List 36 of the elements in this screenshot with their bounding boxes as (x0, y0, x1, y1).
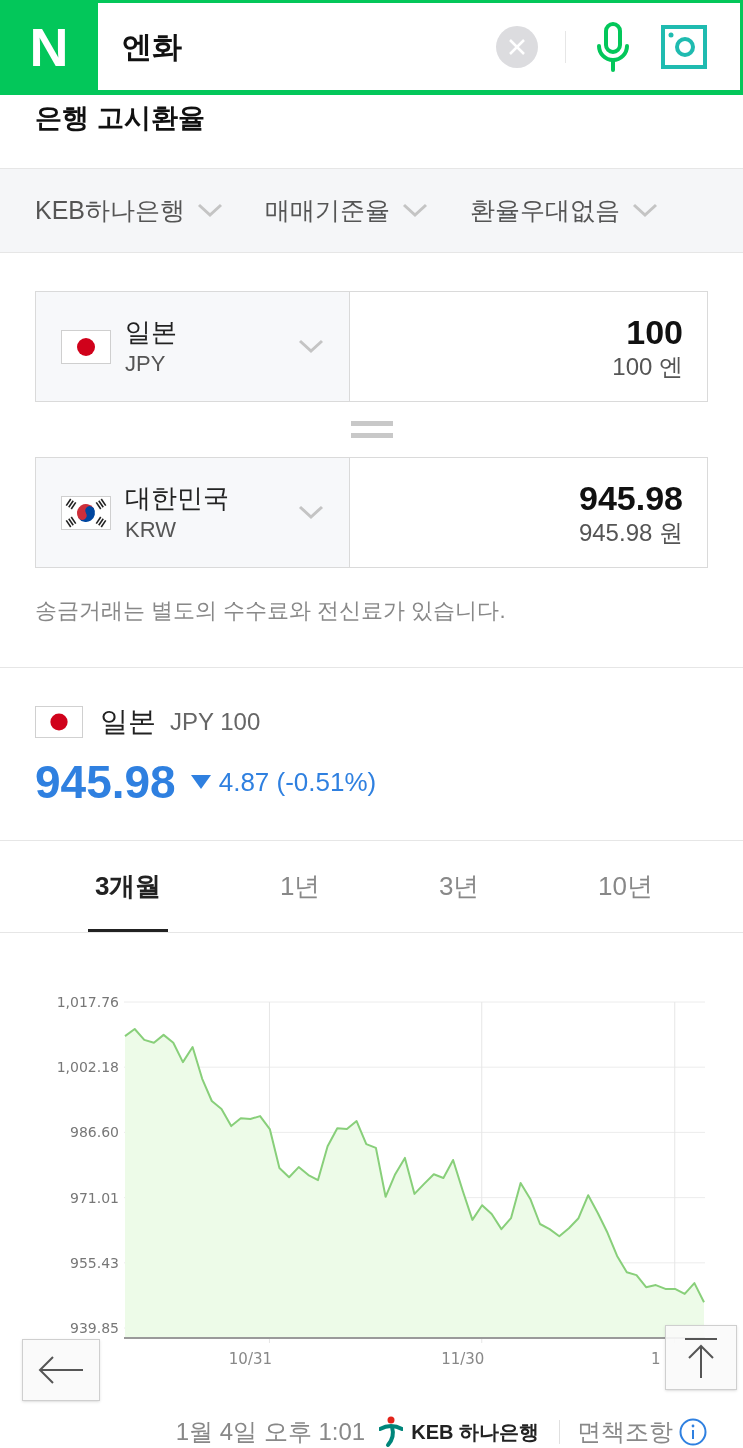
exchange-rate: 945.98 (35, 754, 176, 810)
x-axis-label: 10/31 (228, 1350, 273, 1368)
microphone-icon[interactable] (595, 21, 631, 72)
period-tab[interactable]: 1년 (273, 841, 328, 932)
chevron-down-icon (402, 203, 429, 218)
x-axis-label: 1 (651, 1350, 661, 1368)
y-axis-label: 939.85 (70, 1320, 119, 1337)
period-tab[interactable]: 10년 (591, 841, 660, 932)
y-axis-label: 1,017.76 (56, 994, 119, 1010)
x-axis-label: 11/30 (441, 1350, 485, 1368)
rate-change: 4.87 (-0.51%) (218, 765, 377, 799)
y-axis-label: 971.01 (70, 1189, 119, 1206)
section-title: 은행 고시환율 (35, 102, 205, 135)
y-axis-label: 955.43 (70, 1254, 119, 1271)
filter-dropdown[interactable]: 환율우대없음 (470, 191, 659, 230)
chevron-down-icon (197, 203, 224, 218)
period-tab[interactable]: 3년 (432, 841, 487, 932)
search-field[interactable]: 엔화 (98, 3, 740, 90)
period-tab[interactable]: 3개월 (88, 841, 169, 932)
currency-unit: JPY 100 (170, 707, 261, 737)
lens-icon[interactable] (661, 24, 707, 69)
update-time: 1월 4일 오후 1:01 (175, 1417, 366, 1447)
y-axis-label: 986.60 (70, 1124, 119, 1141)
disclaimer-link[interactable]: 면책조항 (577, 1414, 673, 1448)
country-name: 일본 (100, 705, 156, 739)
bank-name: KEB 하나은행 (411, 1420, 539, 1445)
chevron-down-icon (632, 203, 659, 218)
scroll-top-button[interactable] (665, 1325, 737, 1390)
fee-note: 송금거래는 별도의 수수료와 전신료가 있습니다. (35, 597, 506, 625)
filter-dropdown[interactable]: 매매기준율 (265, 191, 429, 230)
back-button[interactable] (22, 1339, 100, 1401)
y-axis-label: 1,002.18 (56, 1059, 119, 1076)
filter-dropdown[interactable]: KEB하나은행 (35, 191, 224, 230)
equals-icon (350, 421, 393, 438)
bank-logo-icon (379, 1416, 404, 1448)
info-icon[interactable] (679, 1418, 707, 1446)
